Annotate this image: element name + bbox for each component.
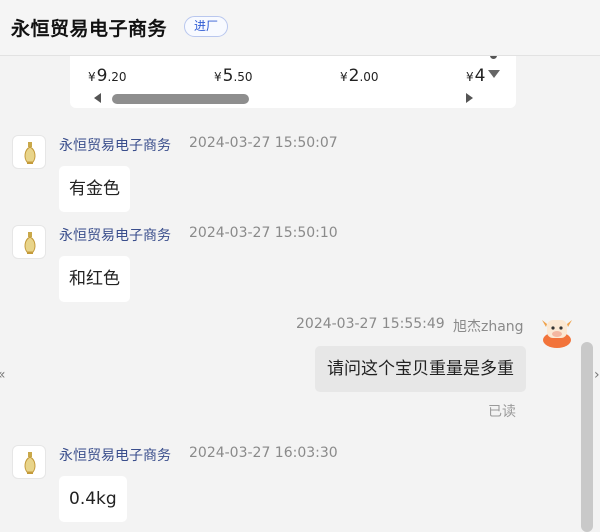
price-option[interactable]: ¥5.50 bbox=[214, 66, 253, 86]
perfume-bottle-icon[interactable] bbox=[12, 225, 46, 259]
cartoon-cow-icon[interactable] bbox=[540, 314, 574, 348]
chat-scrollbar-thumb[interactable] bbox=[581, 342, 593, 532]
shop-title[interactable]: 永恒贸易电子商务 bbox=[11, 14, 167, 41]
chevron-right-icon[interactable]: › bbox=[594, 367, 600, 383]
message-timestamp: 2024-03-27 15:50:10 bbox=[189, 225, 338, 241]
price-option[interactable]: ¥4 bbox=[466, 66, 485, 86]
card-scrollbar-thumb[interactable] bbox=[112, 94, 249, 104]
product-price-card[interactable]: ¥9.20 ¥5.50 ¥2.00 ¥4 bbox=[70, 56, 516, 108]
message-timestamp: 2024-03-27 16:03:30 bbox=[189, 445, 338, 461]
perfume-bottle-icon[interactable] bbox=[12, 135, 46, 169]
chat-header: 永恒贸易电子商务 进厂 bbox=[0, 0, 600, 56]
scroll-right-arrow-icon[interactable] bbox=[466, 93, 473, 103]
card-indicator-dot bbox=[490, 56, 497, 59]
perfume-bottle-icon[interactable] bbox=[12, 445, 46, 479]
sender-name[interactable]: 永恒贸易电子商务 bbox=[59, 135, 171, 155]
chevron-down-icon[interactable] bbox=[488, 70, 500, 78]
message-timestamp: 2024-03-27 15:50:07 bbox=[189, 135, 338, 151]
shop-tag-badge[interactable]: 进厂 bbox=[184, 16, 229, 37]
chat-area: ¥9.20 ¥5.50 ¥2.00 ¥4 永恒贸易电子商务 2024-03-27… bbox=[0, 56, 600, 532]
read-status: 已读 bbox=[488, 404, 516, 420]
sender-name[interactable]: 永恒贸易电子商务 bbox=[59, 225, 171, 245]
message-bubble[interactable]: 有金色 bbox=[59, 166, 130, 212]
sender-name[interactable]: 永恒贸易电子商务 bbox=[59, 445, 171, 465]
price-option[interactable]: ¥9.20 bbox=[88, 66, 127, 86]
message-bubble[interactable]: 0.4kg bbox=[59, 476, 127, 522]
chevron-left-icon[interactable]: « bbox=[0, 367, 6, 383]
price-option[interactable]: ¥2.00 bbox=[340, 66, 379, 86]
sender-name[interactable]: 旭杰zhang bbox=[453, 316, 524, 336]
message-timestamp: 2024-03-27 15:55:49 bbox=[296, 316, 445, 332]
scroll-left-arrow-icon[interactable] bbox=[94, 93, 101, 103]
message-bubble-mine[interactable]: 请问这个宝贝重量是多重 bbox=[315, 346, 526, 392]
message-bubble[interactable]: 和红色 bbox=[59, 256, 130, 302]
